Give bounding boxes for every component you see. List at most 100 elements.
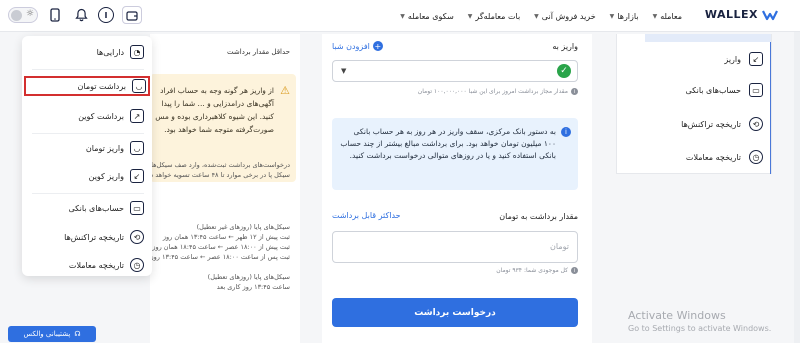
max-withdraw-link[interactable]: حداکثر قابل برداشت [332, 211, 401, 220]
daily-limit-text: مقدار مجاز برداشت امروز برای این شبا ۱۰۰… [417, 88, 568, 95]
info-box: i به دستور بانک مرکزی، سقف واریز در هر ر… [332, 118, 578, 190]
sun-icon: ☼ [25, 9, 34, 19]
amount-label: مقدار برداشت به تومان [499, 212, 578, 221]
warning-line: صورت‌گرفته متوجه شما خواهد بود. [164, 125, 274, 134]
nav-trade[interactable]: معامله ▼ [653, 12, 682, 21]
theme-toggle-knob [11, 10, 22, 21]
nav-markets-label: بازارها [617, 11, 639, 21]
chevron-down-icon: ▼ [467, 12, 473, 20]
menu-item-deposit-toman[interactable]: ◡ واریز تومان [30, 138, 146, 158]
headset-icon: ☊ [74, 330, 81, 338]
sidebar-active-strip [645, 34, 771, 42]
deposit-icon: ↙ [749, 52, 763, 66]
sidebar-item-label: واریز [724, 54, 741, 64]
nav-trading-platform[interactable]: سکوی معامله ▼ [400, 12, 454, 21]
min-withdraw-title: حداقل مقدار برداشت [227, 48, 290, 56]
add-sheba-label: افزودن شبا [332, 41, 370, 51]
bank-accounts-icon: ▭ [130, 201, 144, 215]
sidebar-item-bank-accounts[interactable]: ▭ حساب‌های بانکی [685, 83, 763, 97]
bell-icon[interactable] [72, 6, 90, 24]
amount-placeholder: تومان [550, 242, 569, 251]
menu-item-transactions-history[interactable]: ⟲ تاریخچه تراکنش‌ها [30, 227, 146, 247]
menu-item-withdraw-coin[interactable]: ↗ برداشت کوین [30, 106, 146, 126]
menu-item-label: حساب‌های بانکی [68, 203, 125, 213]
paya-holiday-schedule: سیکل‌های پایا (روزهای تعطیل) ساعت ۱۳:۴۵ … [208, 272, 290, 292]
nav-trading-bot[interactable]: بات معامله‌گر ▼ [468, 12, 520, 21]
theme-toggle[interactable]: ☼ [8, 7, 38, 23]
chevron-down-icon: ▼ [341, 67, 347, 75]
menu-divider [32, 69, 144, 70]
process-text: درخواست‌های برداشت ثبت‌شده، وارد صف سیکل… [145, 160, 290, 180]
mobile-app-icon[interactable] [46, 6, 64, 24]
trades-history-icon: ◷ [749, 150, 763, 164]
right-sidebar: ↙ واریز ▭ حساب‌های بانکی ⟲ تاریخچه تراکن… [616, 34, 772, 174]
support-button[interactable]: ☊ پشتیبانی والکس [8, 326, 96, 342]
daily-limit-hint: i مقدار مجاز برداشت امروز برای این شبا ۱… [418, 88, 578, 95]
plus-icon: + [372, 41, 383, 51]
paya-holiday-title: سیکل‌های پایا (روزهای تعطیل) [207, 273, 290, 281]
top-navbar: ☼ I معامله ▼ بازارها ▼ خرید فروش آنی ▼ بات … [0, 0, 800, 32]
menu-item-bank-accounts[interactable]: ▭ حساب‌های بانکی [30, 198, 146, 218]
sidebar-item-deposit[interactable]: ↙ واریز [724, 52, 763, 66]
paya-line: ثبت پیش از ۱۲ ظهر ← ساعت ۱۳:۴۵ همان روز [162, 233, 290, 241]
warning-line: کنید. این شیوه کلاهبرداری بوده و مس [155, 112, 274, 121]
nav-markets[interactable]: بازارها ▼ [610, 12, 639, 21]
chevron-down-icon: ▼ [609, 12, 615, 20]
info-icon: i [571, 88, 578, 95]
support-label: پشتیبانی والکس [23, 330, 71, 338]
paya-schedule: سیکل‌های پایا (روزهای غیر تعطیل) ثبت پیش… [151, 222, 290, 262]
nav-bot-label: بات معامله‌گر [475, 11, 521, 21]
menu-item-withdraw-toman[interactable]: ◡ برداشت تومان [24, 76, 150, 96]
sheba-select[interactable]: ✓ ▼ [332, 60, 578, 82]
sidebar-divider [770, 42, 771, 174]
deposit-coin-icon: ↙ [130, 169, 144, 183]
warning-line: از واریز هر گونه وجه به حساب افراد [160, 86, 274, 95]
user-avatar[interactable]: I [98, 7, 114, 23]
menu-item-label: تاریخچه معاملات [68, 260, 124, 270]
balance-hint: i کل موجودی شما: ۹۳۴ تومان [496, 267, 578, 274]
submit-withdraw-button[interactable]: درخواست برداشت [332, 298, 578, 327]
deposit-toman-icon: ◡ [130, 141, 144, 155]
add-sheba-button[interactable]: + افزودن شبا [332, 41, 383, 51]
menu-item-label: واریز تومان [85, 143, 124, 153]
sidebar-item-label: حساب‌های بانکی [685, 85, 742, 95]
menu-item-trades-history[interactable]: ◷ تاریخچه معاملات [30, 255, 146, 275]
withdraw-form: واریز به + افزودن شبا ✓ ▼ i مقدار مجاز ب… [322, 34, 592, 343]
paya-line: ثبت پیش از ۱۸:۰۰ عصر ← ساعت ۱۸:۴۵ همان ر… [152, 243, 290, 251]
left-info-panel: حداقل مقدار برداشت ⚠ از واریز هر گونه وج… [145, 34, 300, 343]
info-text: به دستور بانک مرکزی، سقف واریز در هر روز… [340, 127, 556, 160]
withdraw-toman-icon: ◡ [132, 79, 146, 93]
menu-item-deposit-coin[interactable]: ↙ واریز کوین [30, 166, 146, 186]
warning-line: آگهی‌های درامدزایی و ... شما را پیدا [161, 99, 274, 108]
main-nav: معامله ▼ بازارها ▼ خرید فروش آنی ▼ بات معام… [400, 0, 682, 32]
amount-input[interactable]: تومان [332, 231, 578, 263]
trades-history-icon: ◷ [130, 258, 144, 272]
check-icon: ✓ [557, 64, 571, 78]
menu-item-label: واریز کوین [88, 171, 124, 181]
menu-item-label: دارایی‌ها [96, 47, 124, 57]
watermark-line-1: Activate Windows [628, 309, 726, 322]
transactions-history-icon: ⟲ [130, 230, 144, 244]
sidebar-item-label: تاریخچه تراکنش‌ها [681, 119, 741, 129]
paya-title: سیکل‌های پایا (روزهای غیر تعطیل) [196, 223, 290, 231]
sidebar-item-transactions-history[interactable]: ⟲ تاریخچه تراکنش‌ها [681, 117, 763, 131]
page-scrollbar[interactable] [794, 32, 800, 343]
watermark-line-2: Go to Settings to activate Windows. [628, 324, 772, 333]
wallex-logo-icon [762, 10, 778, 20]
withdraw-coin-icon: ↗ [130, 109, 144, 123]
menu-divider [32, 193, 144, 194]
paya-holiday-line: ساعت ۱۳:۴۵ روز کاری بعد [216, 283, 290, 291]
menu-item-label: تاریخچه تراکنش‌ها [64, 232, 124, 242]
windows-activation-watermark: Activate Windows Go to Settings to activ… [628, 309, 771, 333]
nav-trade-label: معامله [660, 11, 682, 21]
menu-item-assets[interactable]: ◔ دارایی‌ها [30, 42, 146, 62]
nav-instant-buy-sell[interactable]: خرید فروش آنی ▼ [534, 12, 595, 21]
info-icon: i [571, 267, 578, 274]
chevron-down-icon: ▼ [534, 12, 539, 20]
sidebar-item-trades-history[interactable]: ◷ تاریخچه معاملات [686, 150, 763, 164]
wallet-icon[interactable] [122, 6, 142, 24]
wallet-dropdown-menu: ◔ دارایی‌ها ◡ برداشت تومان ↗ برداشت کوین… [22, 36, 152, 276]
paya-line: ثبت پس از ساعت ۱۸:۰۰ عصر ← ساعت ۱۳:۴۵ رو… [150, 253, 290, 261]
info-icon: i [561, 127, 571, 137]
brand-logo[interactable]: WALLEX [705, 8, 782, 21]
